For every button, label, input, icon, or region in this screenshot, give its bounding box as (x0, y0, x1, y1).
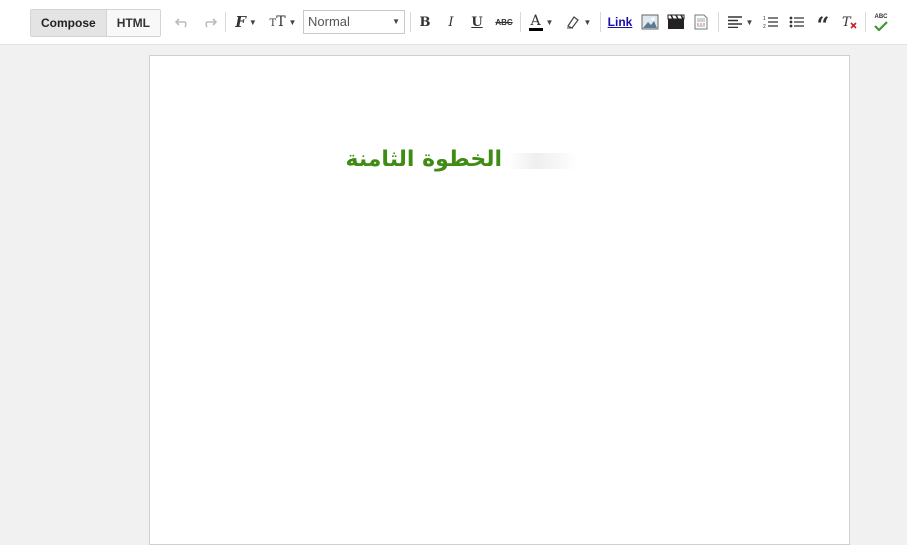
numbered-list-icon[interactable]: 12 (761, 11, 781, 33)
strikethrough-button[interactable]: ABC (493, 11, 515, 33)
spellcheck-label: ABC (874, 13, 888, 20)
chevron-down-icon: ▼ (745, 17, 754, 27)
highlight-color-button[interactable]: ▼ (562, 11, 594, 33)
separator (600, 12, 601, 32)
alignment-button[interactable]: ▼ (724, 11, 756, 33)
editor-toolbar: Compose HTML F ▼ TT ▼ Normal ▼ B I U ABC A… (0, 0, 907, 45)
insert-image-icon[interactable] (639, 11, 661, 33)
paragraph-style-select[interactable]: Normal ▼ (303, 10, 405, 34)
html-mode-button[interactable]: HTML (105, 10, 161, 36)
link-button[interactable]: Link (605, 11, 635, 33)
font-size-button[interactable]: TT ▼ (267, 11, 299, 33)
italic-button[interactable]: I (442, 11, 460, 33)
paragraph-style-value: Normal (308, 14, 350, 29)
svg-text:2: 2 (763, 24, 766, 29)
text-color-icon: A (528, 12, 543, 31)
bold-button[interactable]: B (416, 11, 434, 33)
check-icon (874, 20, 888, 31)
svg-text:1: 1 (763, 16, 766, 22)
insert-video-icon[interactable] (665, 11, 687, 33)
font-size-icon: TT (269, 14, 286, 30)
separator (410, 12, 411, 32)
text-color-button[interactable]: A ▼ (526, 11, 556, 33)
faint-artifact (508, 153, 578, 169)
align-left-icon (727, 16, 742, 28)
underline-button[interactable]: U (468, 11, 486, 33)
chevron-down-icon: ▼ (248, 17, 257, 27)
spellcheck-button[interactable]: ABC (870, 11, 892, 33)
font-family-button[interactable]: F ▼ (231, 11, 261, 33)
font-family-icon: F (235, 13, 246, 31)
separator (865, 12, 866, 32)
separator (718, 12, 719, 32)
chevron-down-icon: ▼ (545, 17, 554, 27)
chevron-down-icon: ▼ (288, 17, 297, 27)
insert-jump-break-icon[interactable] (690, 11, 712, 33)
editor-canvas[interactable]: الخطوة الثامنة (149, 55, 850, 545)
redo-icon[interactable] (199, 11, 219, 33)
chevron-down-icon: ▼ (583, 17, 592, 27)
link-label: Link (607, 15, 633, 29)
document-heading: الخطوة الثامنة (345, 147, 502, 172)
separator (225, 12, 226, 32)
separator (520, 12, 521, 32)
undo-icon[interactable] (173, 11, 193, 33)
chevron-down-icon: ▼ (392, 17, 400, 26)
highlighter-icon (566, 16, 579, 29)
quote-icon[interactable]: “ (813, 11, 833, 37)
svg-text:T: T (842, 15, 852, 30)
bulleted-list-icon[interactable] (787, 11, 807, 33)
mode-switcher: Compose HTML (30, 9, 162, 37)
compose-mode-button[interactable]: Compose (31, 10, 106, 36)
remove-formatting-icon[interactable]: T (839, 11, 861, 33)
